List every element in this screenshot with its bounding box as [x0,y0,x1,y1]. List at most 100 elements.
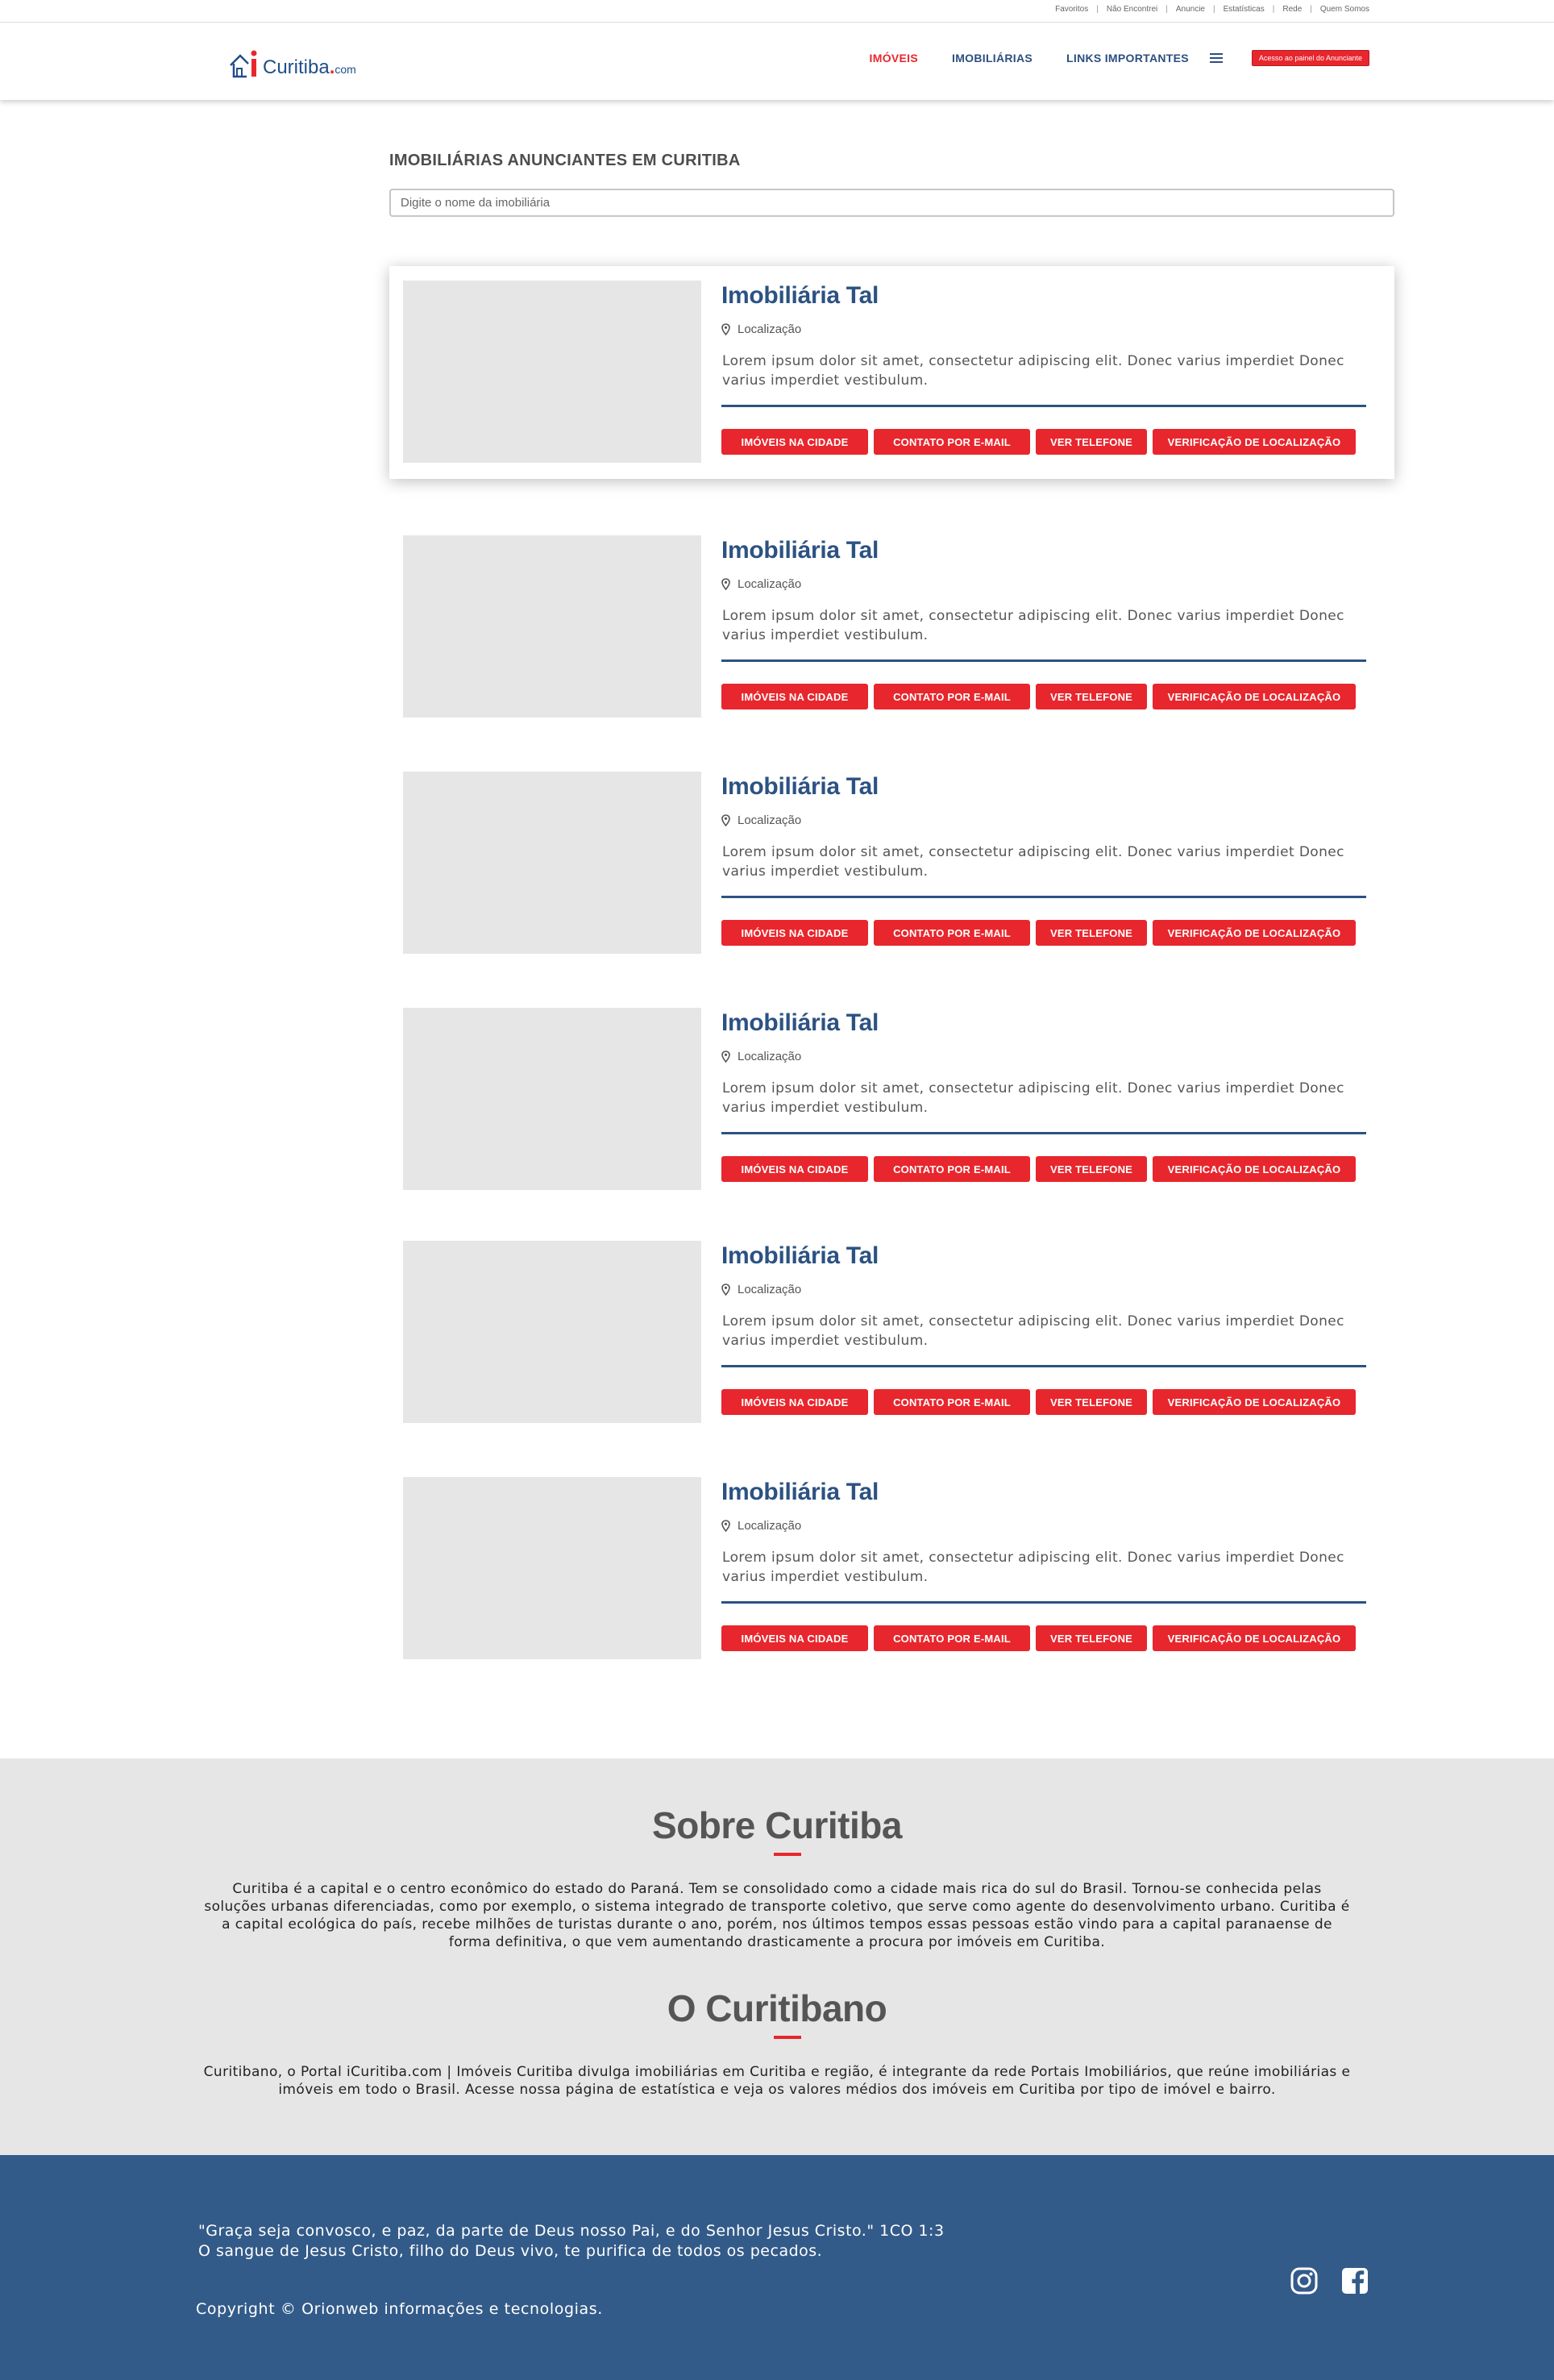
imoveis-na-cidade-button[interactable]: IMÓVEIS NA CIDADE [721,429,868,455]
divider [721,1601,1366,1604]
listing-image[interactable] [403,535,701,718]
house-logo-icon [230,50,257,78]
contato-email-button[interactable]: CONTATO POR E-MAIL [874,1156,1030,1182]
listing-card: Imobiliária Tal Localização Lorem ipsum do… [389,993,1394,1206]
listing-actions: IMÓVEIS NA CIDADE CONTATO POR E-MAIL VER T… [721,684,1361,709]
contato-email-button[interactable]: CONTATO POR E-MAIL [874,1389,1030,1415]
search-input[interactable] [389,189,1394,217]
divider [721,1132,1366,1134]
about-section: Sobre Curitiba Curitiba é a capital e o … [0,1758,1554,2155]
listing-description: Lorem ipsum dolor sit amet, consectetur … [722,1550,1344,1585]
location-pin-icon [721,1051,730,1063]
title-underline [774,1853,801,1856]
verificacao-localizacao-button[interactable]: VERIFICAÇÃO DE LOCALIZAÇÃO [1153,920,1356,946]
ver-telefone-button[interactable]: VER TELEFONE [1036,1625,1147,1651]
listing-location: Localização [721,577,801,591]
listing-location: Localização [721,322,801,336]
location-text: Localização [738,1283,802,1296]
imoveis-na-cidade-button[interactable]: IMÓVEIS NA CIDADE [721,1389,868,1415]
contato-email-button[interactable]: CONTATO POR E-MAIL [874,429,1030,455]
nav-imoveis[interactable]: IMÓVEIS [870,52,918,64]
separator: | [1272,5,1275,14]
listing-card: Imobiliária Tal Localização Lorem ipsum do… [389,1463,1394,1675]
listing-image[interactable] [403,772,701,954]
location-pin-icon [721,1520,730,1532]
divider [721,659,1366,662]
logo-com: com [334,63,356,76]
listing-name[interactable]: Imobiliária Tal [721,1242,879,1270]
listing-image[interactable] [403,1008,701,1190]
listing-image[interactable] [403,1477,701,1659]
link-favoritos[interactable]: Favoritos [1055,5,1088,14]
nav-links-importantes[interactable]: LINKS IMPORTANTES [1066,52,1189,64]
link-quem-somos[interactable]: Quem Somos [1320,5,1369,14]
listing-card: Imobiliária Tal Localização Lorem ipsum do… [389,1226,1394,1439]
ver-telefone-button[interactable]: VER TELEFONE [1036,684,1147,709]
listing-name[interactable]: Imobiliária Tal [721,1009,879,1037]
site-logo[interactable]: Curitiba. com [229,44,356,80]
verificacao-localizacao-button[interactable]: VERIFICAÇÃO DE LOCALIZAÇÃO [1153,1156,1356,1182]
listing-description: Lorem ipsum dolor sit amet, consectetur … [722,844,1344,880]
separator: | [1212,5,1215,14]
listing-name[interactable]: Imobiliária Tal [721,1479,879,1506]
link-nao-encontrei[interactable]: Não Encontrei [1107,5,1157,14]
imoveis-na-cidade-button[interactable]: IMÓVEIS NA CIDADE [721,1156,868,1182]
quote-line-2: O sangue de Jesus Cristo, filho do Deus … [198,2242,823,2260]
footer-quote: "Graça seja convosco, e paz, da parte de… [198,2221,945,2261]
listing-name[interactable]: Imobiliária Tal [721,773,879,801]
verificacao-localizacao-button[interactable]: VERIFICAÇÃO DE LOCALIZAÇÃO [1153,1625,1356,1651]
location-pin-icon [721,814,730,826]
listing-location: Localização [721,813,801,827]
location-text: Localização [738,577,802,591]
contato-email-button[interactable]: CONTATO POR E-MAIL [874,1625,1030,1651]
verificacao-localizacao-button[interactable]: VERIFICAÇÃO DE LOCALIZAÇÃO [1153,684,1356,709]
instagram-icon[interactable] [1290,2266,1319,2295]
hamburger-icon[interactable] [1209,53,1223,63]
ver-telefone-button[interactable]: VER TELEFONE [1036,1389,1147,1415]
listing-image[interactable] [403,281,701,463]
site-footer: "Graça seja convosco, e paz, da parte de… [0,2155,1554,2380]
listing-actions: IMÓVEIS NA CIDADE CONTATO POR E-MAIL VER T… [721,1156,1361,1182]
top-links: Favoritos | Não Encontrei | Anuncie | Es… [1055,5,1369,14]
location-pin-icon [721,323,730,335]
link-anuncie[interactable]: Anuncie [1176,5,1205,14]
about-title: Sobre Curitiba [652,1804,902,1846]
curitibano-title: O Curitibano [667,1987,887,2029]
site-header: Curitiba. com IMÓVEIS IMOBILIÁRIAS LINKS … [0,23,1554,100]
location-pin-icon [721,1284,730,1296]
verificacao-localizacao-button[interactable]: VERIFICAÇÃO DE LOCALIZAÇÃO [1153,429,1356,455]
logo-dot: . [329,56,335,78]
listing-card: Imobiliária Tal Localização Lorem ipsum do… [389,266,1394,479]
curitibano-text: Curitibano, o Portal iCuritiba.com | Imó… [203,2064,1351,2098]
listing-image[interactable] [403,1241,701,1423]
listing-name[interactable]: Imobiliária Tal [721,537,879,564]
listing-actions: IMÓVEIS NA CIDADE CONTATO POR E-MAIL VER T… [721,1625,1361,1651]
separator: | [1166,5,1168,14]
advertiser-panel-button[interactable]: Acesso ao painel do Anunciante [1251,50,1369,66]
copyright-text: Copyright © Orionweb informações e tecno… [196,2300,603,2318]
location-text: Localização [738,1050,802,1063]
imoveis-na-cidade-button[interactable]: IMÓVEIS NA CIDADE [721,920,868,946]
link-rede[interactable]: Rede [1282,5,1302,14]
imoveis-na-cidade-button[interactable]: IMÓVEIS NA CIDADE [721,684,868,709]
imoveis-na-cidade-button[interactable]: IMÓVEIS NA CIDADE [721,1625,868,1651]
location-text: Localização [738,1519,802,1533]
location-pin-icon [721,578,730,590]
listing-actions: IMÓVEIS NA CIDADE CONTATO POR E-MAIL VER T… [721,429,1361,455]
ver-telefone-button[interactable]: VER TELEFONE [1036,429,1147,455]
location-text: Localização [738,813,802,827]
listing-description: Lorem ipsum dolor sit amet, consectetur … [722,608,1344,643]
separator: | [1310,5,1312,14]
ver-telefone-button[interactable]: VER TELEFONE [1036,920,1147,946]
facebook-icon[interactable] [1340,2266,1369,2295]
separator: | [1096,5,1099,14]
ver-telefone-button[interactable]: VER TELEFONE [1036,1156,1147,1182]
contato-email-button[interactable]: CONTATO POR E-MAIL [874,920,1030,946]
contato-email-button[interactable]: CONTATO POR E-MAIL [874,684,1030,709]
listing-location: Localização [721,1519,801,1533]
listing-name[interactable]: Imobiliária Tal [721,282,879,310]
verificacao-localizacao-button[interactable]: VERIFICAÇÃO DE LOCALIZAÇÃO [1153,1389,1356,1415]
nav-imobiliarias[interactable]: IMOBILIÁRIAS [952,52,1033,64]
listing-card: Imobiliária Tal Localização Lorem ipsum do… [389,521,1394,734]
link-estatisticas[interactable]: Estatísticas [1224,5,1265,14]
